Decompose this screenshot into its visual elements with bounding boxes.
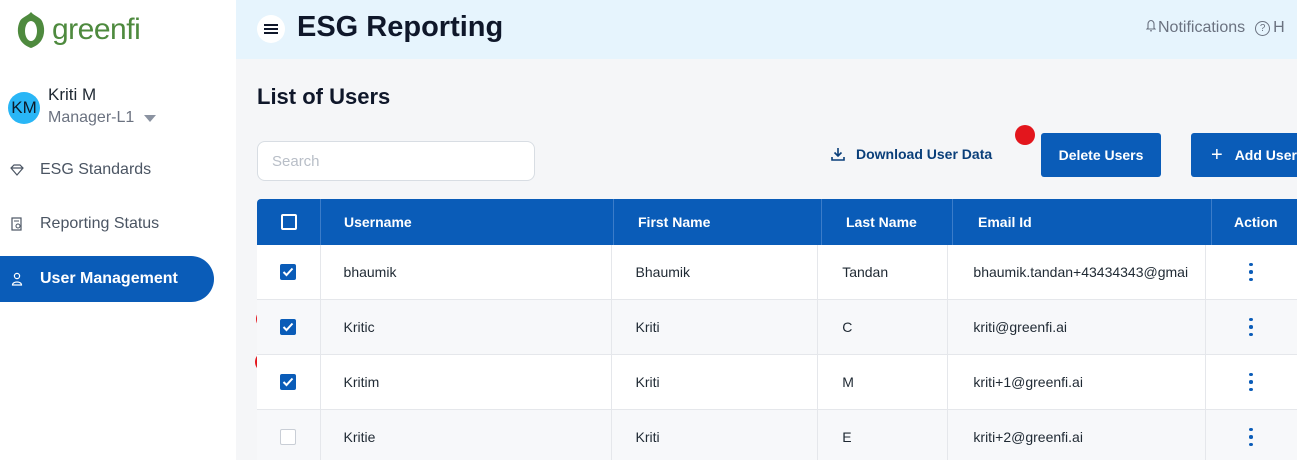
user-name: Kriti M	[48, 85, 97, 104]
cell-username: bhaumik	[321, 245, 612, 299]
column-header-first-name[interactable]: First Name	[614, 199, 822, 245]
sidebar-item-label: Reporting Status	[40, 215, 160, 232]
select-all-checkbox[interactable]	[280, 214, 297, 230]
cell-first-name: Kriti	[612, 300, 819, 354]
cell-last-name: M	[818, 355, 949, 409]
cell-first-name: Bhaumik	[612, 245, 819, 299]
search-input[interactable]	[257, 141, 535, 181]
table-row[interactable]: Kritie Kriti E kriti+2@greenfi.ai	[257, 410, 1297, 460]
sidebar: greenfi KM Kriti M Manager-L1 ESG Standa…	[0, 0, 236, 460]
table-row[interactable]: Kritim Kriti M kriti+1@greenfi.ai	[257, 355, 1297, 410]
cell-last-name: C	[818, 300, 949, 354]
section-title: List of Users	[257, 84, 391, 109]
report-icon	[10, 217, 24, 231]
table-header: Username First Name Last Name Email Id A…	[257, 199, 1297, 245]
table-row[interactable]: bhaumik Bhaumik Tandan bhaumik.tandan+43…	[257, 245, 1297, 300]
row-checkbox[interactable]	[280, 429, 297, 445]
sidebar-item-user-management[interactable]: User Management	[0, 256, 214, 302]
add-label: Add User	[1234, 147, 1297, 163]
checkmark-icon	[283, 267, 294, 277]
notifications-link[interactable]: Notifications	[1158, 19, 1245, 37]
kebab-menu-icon[interactable]	[1249, 426, 1254, 448]
user-icon	[10, 272, 24, 286]
sidebar-item-label: User Management	[40, 270, 178, 287]
kebab-menu-icon[interactable]	[1249, 371, 1254, 393]
sidebar-item-label: ESG Standards	[40, 161, 152, 178]
column-header-username[interactable]: Username	[321, 199, 614, 245]
cell-last-name: Tandan	[818, 245, 949, 299]
kebab-menu-icon[interactable]	[1249, 261, 1254, 283]
user-profile[interactable]: KM Kriti M Manager-L1	[8, 84, 157, 127]
hamburger-icon	[264, 24, 278, 34]
cell-email: kriti+2@greenfi.ai	[948, 410, 1206, 460]
greenfi-logo-icon	[17, 12, 45, 48]
avatar: KM	[8, 92, 40, 124]
download-icon	[831, 148, 845, 161]
table-row[interactable]: Kritic Kriti C kriti@greenfi.ai	[257, 300, 1297, 355]
row-checkbox[interactable]	[280, 374, 297, 390]
cell-first-name: Kriti	[612, 355, 819, 409]
sidebar-item-reporting-status[interactable]: Reporting Status	[0, 201, 214, 247]
row-checkbox[interactable]	[280, 264, 297, 280]
cell-last-name: E	[818, 410, 949, 460]
help-link[interactable]: ? H	[1255, 19, 1285, 37]
role-dropdown[interactable]: Manager-L1	[48, 109, 157, 127]
cell-email: bhaumik.tandan+43434343@gmai	[948, 245, 1206, 299]
annotation-dot	[1015, 125, 1035, 145]
download-label: Download User Data	[856, 146, 993, 162]
users-table: Username First Name Last Name Email Id A…	[257, 199, 1297, 460]
diamond-icon	[10, 163, 24, 177]
top-header: ESG Reporting Notifications ? H	[236, 0, 1297, 59]
cell-email: kriti+1@greenfi.ai	[948, 355, 1206, 409]
column-header-action: Action	[1234, 214, 1278, 230]
chevron-down-icon	[144, 114, 157, 122]
checkmark-icon	[283, 377, 294, 387]
cell-username: Kritie	[321, 410, 612, 460]
add-user-button[interactable]: + Add User	[1191, 133, 1297, 177]
delete-label: Delete Users	[1058, 147, 1144, 163]
bell-icon[interactable]	[1145, 19, 1157, 37]
plus-icon: +	[1211, 143, 1223, 166]
hamburger-menu-button[interactable]	[257, 15, 285, 43]
column-header-last-name[interactable]: Last Name	[822, 199, 953, 245]
help-icon: ?	[1255, 20, 1271, 36]
sidebar-item-esg-standards[interactable]: ESG Standards	[0, 147, 214, 193]
help-label: H	[1273, 19, 1285, 36]
logo-text: greenfi	[52, 13, 141, 46]
select-all-checkbox-cell	[257, 199, 321, 245]
checkmark-icon	[283, 322, 294, 332]
cell-username: Kritim	[321, 355, 612, 409]
page-title: ESG Reporting	[297, 11, 504, 43]
user-role: Manager-L1	[48, 109, 135, 126]
cell-first-name: Kriti	[612, 410, 819, 460]
cell-email: kriti@greenfi.ai	[948, 300, 1206, 354]
download-user-data-button[interactable]: Download User Data	[830, 146, 992, 162]
cell-username: Kritic	[321, 300, 612, 354]
column-header-email[interactable]: Email Id	[953, 199, 1212, 245]
row-checkbox[interactable]	[280, 319, 297, 335]
greenfi-logo[interactable]: greenfi	[16, 8, 141, 52]
delete-users-button[interactable]: Delete Users	[1041, 133, 1161, 177]
kebab-menu-icon[interactable]	[1249, 316, 1254, 338]
